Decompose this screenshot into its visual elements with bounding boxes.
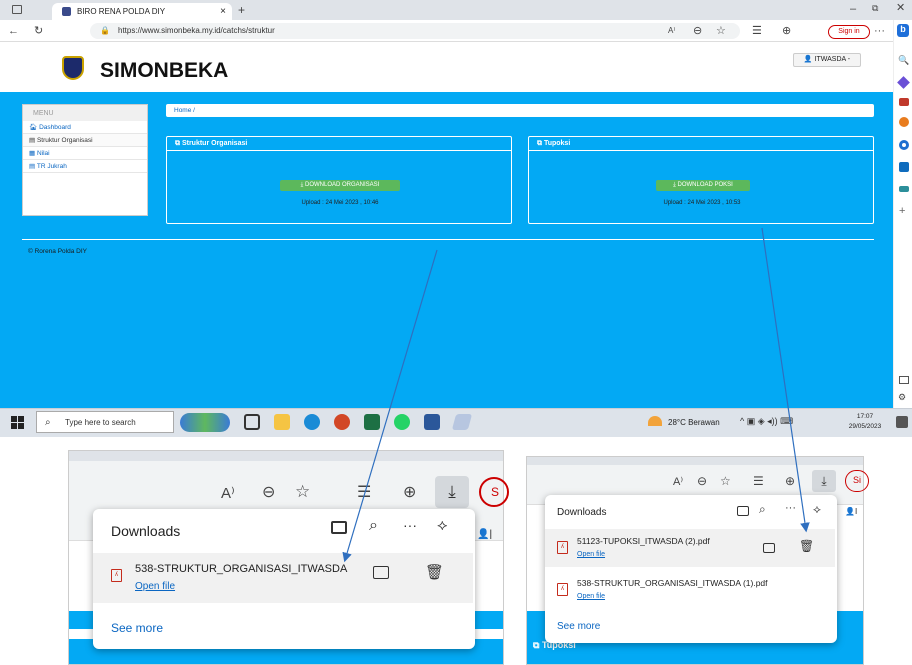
annotation-arrows	[342, 227, 810, 563]
arrow-to-right-panel	[761, 227, 810, 533]
arrow-to-left-panel	[342, 249, 438, 563]
